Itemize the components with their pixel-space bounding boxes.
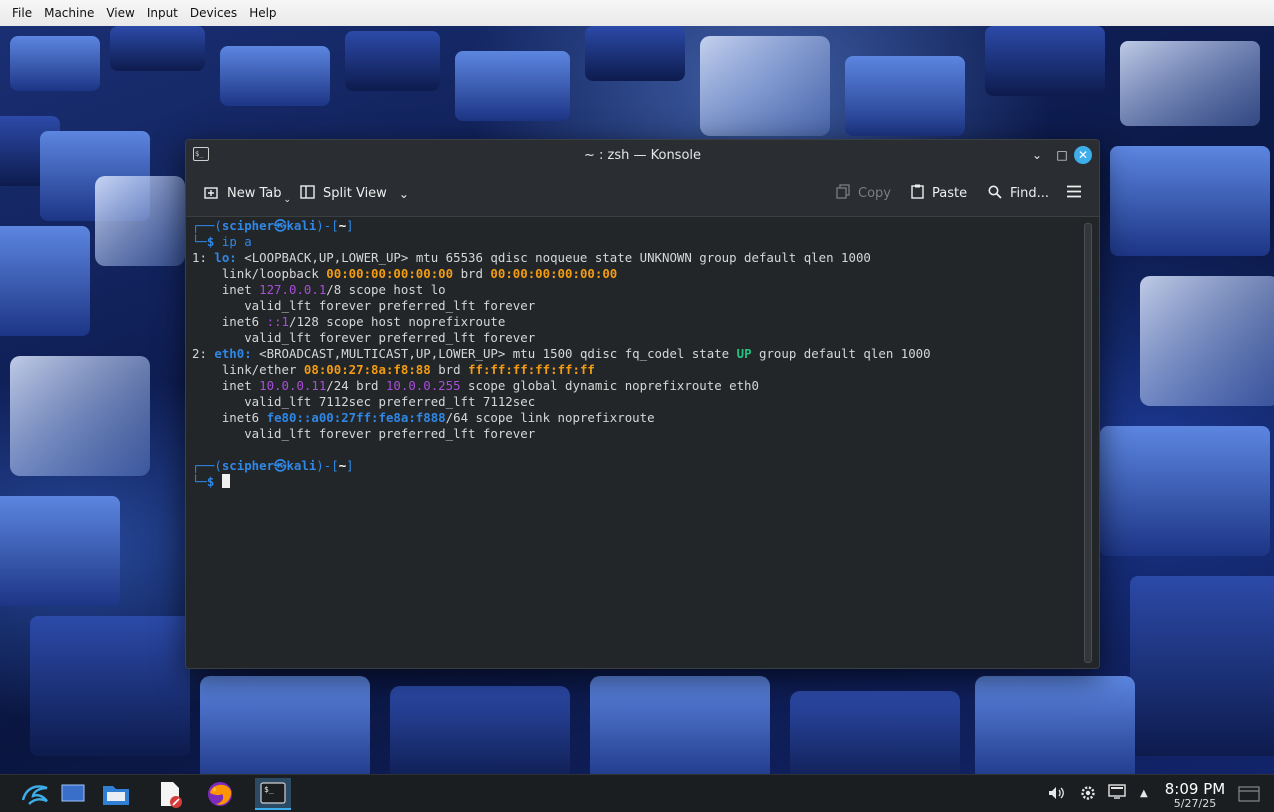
lo-valid-lft: valid_lft forever preferred_lft forever — [244, 298, 536, 313]
find-button[interactable]: Find... — [988, 171, 1049, 216]
volume-icon[interactable] — [1047, 784, 1065, 806]
copy-label: Copy — [858, 186, 891, 201]
vm-menubar: File Machine View Input Devices Help — [0, 0, 1274, 27]
command-text: ip a — [221, 234, 252, 249]
new-tab-icon — [204, 185, 219, 203]
eth0-flags: <BROADCAST,MULTICAST,UP,LOWER_UP> mtu 15… — [259, 346, 730, 361]
desktop-wallpaper: $_ ~ : zsh — Konsole ⌄ □ ✕ New Tab ⌄ Spl… — [0, 26, 1274, 774]
maximize-button[interactable]: □ — [1054, 147, 1070, 163]
new-tab-button[interactable]: New Tab ⌄ — [204, 171, 291, 216]
network-icon[interactable] — [1108, 784, 1126, 804]
prompt-user: scipher — [221, 218, 275, 233]
menu-file[interactable]: File — [6, 6, 38, 20]
menu-view[interactable]: View — [100, 6, 140, 20]
copy-button[interactable]: Copy — [836, 171, 891, 216]
konsole-window[interactable]: $_ ~ : zsh — Konsole ⌄ □ ✕ New Tab ⌄ Spl… — [185, 139, 1100, 669]
find-label: Find... — [1010, 186, 1050, 201]
clock-time[interactable]: 8:09 PM — [1162, 780, 1228, 798]
desktop-pager-icon[interactable] — [55, 778, 91, 810]
eth0-mac: 08:00:27:8a:f8:88 — [303, 362, 431, 377]
eth0-valid-inet: valid_lft 7112sec preferred_lft 7112sec — [244, 394, 536, 409]
copy-icon — [836, 184, 850, 203]
text-editor-icon[interactable] — [152, 778, 188, 810]
search-icon — [988, 185, 1002, 203]
eth0-state: UP — [736, 346, 752, 361]
menu-devices[interactable]: Devices — [184, 6, 243, 20]
minimize-button[interactable]: ⌄ — [1029, 147, 1045, 163]
split-view-label: Split View — [323, 186, 387, 201]
text-cursor — [221, 474, 230, 488]
lo-valid-lft6: valid_lft forever preferred_lft forever — [244, 330, 536, 345]
lo-inet: 127.0.0.1 — [259, 282, 327, 297]
chevron-down-icon[interactable]: ⌄ — [284, 195, 292, 205]
eth0-brd: ff:ff:ff:ff:ff:ff — [468, 362, 595, 377]
eth0-inet: 10.0.0.11 — [259, 378, 327, 393]
eth0-inet6: fe80::a00:27ff:fe8a:f888 — [266, 410, 446, 425]
eth0-tail: group default qlen 1000 — [759, 346, 931, 361]
split-view-button[interactable]: Split View ⌄ — [300, 171, 409, 216]
split-view-icon — [300, 184, 315, 203]
hamburger-menu-button[interactable] — [1066, 171, 1082, 216]
lo-header: 1: lo: <LOOPBACK,UP,LOWER_UP> mtu 65536 … — [192, 250, 871, 265]
window-titlebar[interactable]: $_ ~ : zsh — Konsole ⌄ □ ✕ — [186, 140, 1099, 171]
firefox-icon[interactable] — [202, 778, 238, 810]
eth0-inet-mid: /24 brd — [326, 378, 379, 393]
prompt-user: scipher — [221, 458, 275, 473]
clock-date[interactable]: 5/27/25 — [1162, 797, 1228, 810]
lo-inet-suffix: /8 scope host lo — [326, 282, 446, 297]
prompt-host: kali — [286, 458, 317, 473]
paste-button[interactable]: Paste — [911, 171, 967, 216]
terminal-output: ┌──(scipher㉿kali)-[~] └─$ ip a 1: lo: <L… — [192, 218, 931, 489]
lo-inet6-suffix: /128 scope host noprefixroute — [289, 314, 506, 329]
eth0-inet-tail: scope global dynamic noprefixroute eth0 — [468, 378, 759, 393]
taskbar: $_ ▲ 8:09 PM 5/27/25 — [0, 774, 1274, 812]
konsole-toolbar: New Tab ⌄ Split View ⌄ Copy Paste Find..… — [186, 171, 1099, 217]
menu-machine[interactable]: Machine — [38, 6, 100, 20]
svg-text:$_: $_ — [264, 785, 274, 794]
file-manager-icon[interactable] — [98, 778, 134, 810]
paste-icon — [911, 184, 924, 203]
close-button[interactable]: ✕ — [1074, 146, 1092, 164]
kali-menu-icon[interactable] — [17, 778, 53, 810]
show-desktop-icon[interactable] — [1238, 785, 1260, 803]
terminal-view[interactable]: ┌──(scipher㉿kali)-[~] └─$ ip a 1: lo: <L… — [186, 217, 1099, 668]
eth0-valid-inet6: valid_lft forever preferred_lft forever — [244, 426, 536, 441]
eth0-inet6-tail: /64 scope link noprefixroute — [445, 410, 655, 425]
eth0-inet-brd: 10.0.0.255 — [385, 378, 461, 393]
menu-input[interactable]: Input — [141, 6, 184, 20]
prompt-host: kali — [286, 218, 317, 233]
konsole-icon[interactable]: $_ — [255, 778, 291, 810]
paste-label: Paste — [932, 186, 968, 201]
lo-brd: 00:00:00:00:00:00 — [490, 266, 618, 281]
new-tab-label: New Tab — [227, 186, 282, 201]
menu-help[interactable]: Help — [243, 6, 282, 20]
hamburger-menu-icon — [1066, 185, 1082, 202]
window-title: ~ : zsh — Konsole — [583, 148, 702, 163]
gear-icon[interactable] — [1079, 784, 1097, 806]
tray-expand-icon[interactable]: ▲ — [1140, 788, 1148, 799]
chevron-down-icon[interactable]: ⌄ — [399, 187, 409, 201]
lo-inet6: ::1 — [266, 314, 289, 329]
terminal-scrollbar[interactable] — [1084, 223, 1092, 663]
lo-mac: 00:00:00:00:00:00 — [326, 266, 454, 281]
